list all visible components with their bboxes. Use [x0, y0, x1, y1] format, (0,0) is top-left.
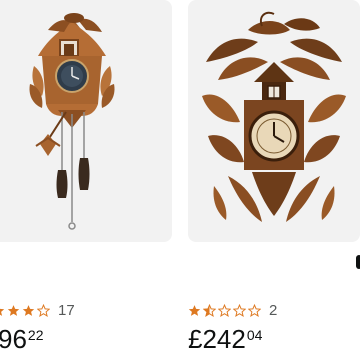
star-full-icon	[22, 304, 35, 316]
price-whole: 242	[202, 324, 246, 354]
product-rating-1[interactable]: 17	[0, 300, 75, 320]
rating-count[interactable]: 2	[269, 302, 277, 319]
price-fraction: 22	[27, 327, 44, 343]
star-empty-icon	[37, 303, 50, 317]
product-rating-2[interactable]: 2	[188, 300, 277, 320]
rating-count[interactable]: 17	[58, 302, 75, 319]
cuckoo-clock-image-1[interactable]	[0, 0, 172, 242]
product-price-1: 96 22	[0, 326, 44, 360]
star-empty-icon	[233, 303, 246, 317]
price-currency: £	[188, 324, 203, 354]
price-fraction: 04	[246, 327, 263, 343]
star-half-icon	[203, 303, 216, 317]
star-full-icon	[7, 304, 20, 316]
product-price-2: £ 242 04	[188, 326, 262, 360]
product-image-tile-1[interactable]	[0, 0, 172, 242]
star-full-icon	[188, 304, 201, 316]
star-rating-1	[0, 303, 50, 317]
star-empty-icon	[218, 303, 231, 317]
cuckoo-clock-image-2[interactable]	[188, 0, 360, 242]
price-whole: 96	[0, 324, 27, 354]
star-full-icon	[0, 308, 5, 316]
star-rating-2	[188, 303, 261, 317]
product-image-tile-2[interactable]	[188, 0, 360, 242]
star-empty-icon	[248, 303, 261, 317]
next-item-edge	[356, 255, 360, 269]
